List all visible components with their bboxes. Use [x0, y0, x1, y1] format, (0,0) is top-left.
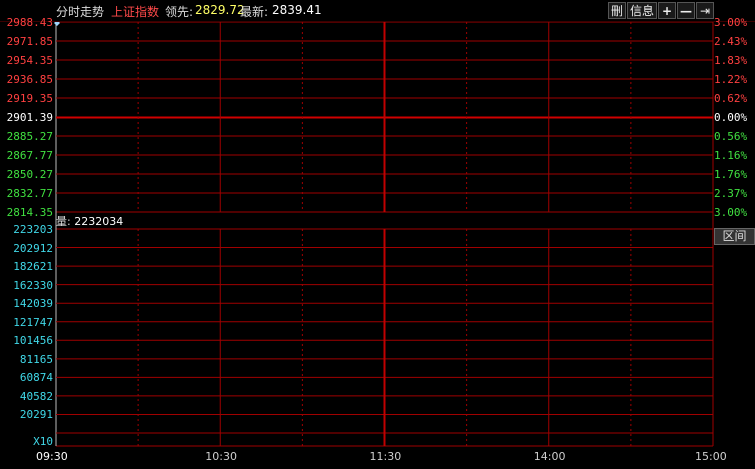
volume-tick-label: 20291 [19, 408, 53, 422]
volume-tick-label: 40582 [19, 389, 53, 403]
volume-tick-label: 101456 [13, 334, 53, 348]
time-tick-label: 09:30 [36, 450, 68, 463]
time-tick-label: 10:30 [205, 450, 237, 463]
volume-tick-label: 121747 [13, 315, 53, 329]
percent-tick-label: 0.62% [714, 92, 748, 105]
percent-tick-label: 0.56% [714, 130, 748, 143]
latest-label: 最新: [240, 5, 269, 19]
volume-multiplier: X10 [33, 435, 53, 448]
percent-tick-label: 1.16% [714, 149, 748, 162]
percent-tick-label: 2.37% [714, 187, 748, 200]
latest-value: 2839.41 [272, 3, 322, 17]
lead-label: 领先: [165, 5, 194, 19]
price-tick-label: 2919.35 [6, 92, 53, 105]
interval-button[interactable]: 区间 [714, 228, 755, 245]
volume-tick-label: 60874 [19, 371, 53, 385]
lead-value: 2829.72 [195, 3, 245, 17]
price-tick-label: 2885.27 [6, 130, 53, 143]
time-tick-label: 14:00 [533, 450, 566, 463]
volume-value: 2232034 [74, 215, 124, 228]
price-tick-label: 2988.43 [6, 16, 53, 29]
time-tick-label: 15:00 [695, 450, 727, 463]
delete-button[interactable]: 刪 [608, 2, 626, 19]
price-tick-label: 2832.77 [6, 187, 53, 200]
percent-tick-label: 1.83% [714, 54, 748, 67]
volume-tick-label: 162330 [13, 278, 53, 292]
price-tick-label: 2971.85 [6, 35, 53, 48]
volume-tick-label: 142039 [13, 297, 53, 311]
volume-label: 量: [56, 215, 71, 228]
percent-tick-label: 0.00% [714, 111, 748, 124]
header-bar: 分时走势 上证指数 领先: 2829.72 最新: 2839.41 刪 信息 +… [0, 0, 755, 22]
percent-tick-label: 1.76% [714, 168, 748, 181]
chart-title: 分时走势 [56, 5, 105, 19]
volume-header: 量: 2232034 [56, 213, 123, 229]
pin-icon[interactable]: ⇥ [696, 2, 714, 19]
zoom-out-button[interactable]: — [677, 2, 695, 19]
time-tick-label: 11:30 [369, 450, 402, 463]
volume-tick-label: 182621 [13, 260, 53, 274]
price-tick-label: 2954.35 [6, 54, 53, 67]
percent-tick-label: 1.22% [714, 73, 748, 86]
price-tick-label: 2814.35 [6, 206, 53, 219]
percent-tick-label: 3.00% [714, 16, 748, 29]
price-tick-label: 2901.39 [6, 111, 53, 124]
price-tick-label: 2867.77 [6, 149, 53, 162]
index-name[interactable]: 上证指数 [111, 3, 159, 20]
volume-tick-label: 81165 [19, 352, 53, 366]
zoom-in-button[interactable]: + [658, 2, 676, 19]
info-button[interactable]: 信息 [627, 2, 657, 19]
volume-tick-label: 202912 [13, 241, 53, 255]
price-tick-label: 2936.85 [6, 73, 53, 86]
percent-tick-label: 2.43% [714, 35, 748, 48]
percent-tick-label: 3.00% [714, 206, 748, 219]
chart-grid [54, 20, 714, 447]
volume-tick-label: 223203 [13, 223, 53, 236]
price-tick-label: 2850.27 [6, 168, 53, 181]
